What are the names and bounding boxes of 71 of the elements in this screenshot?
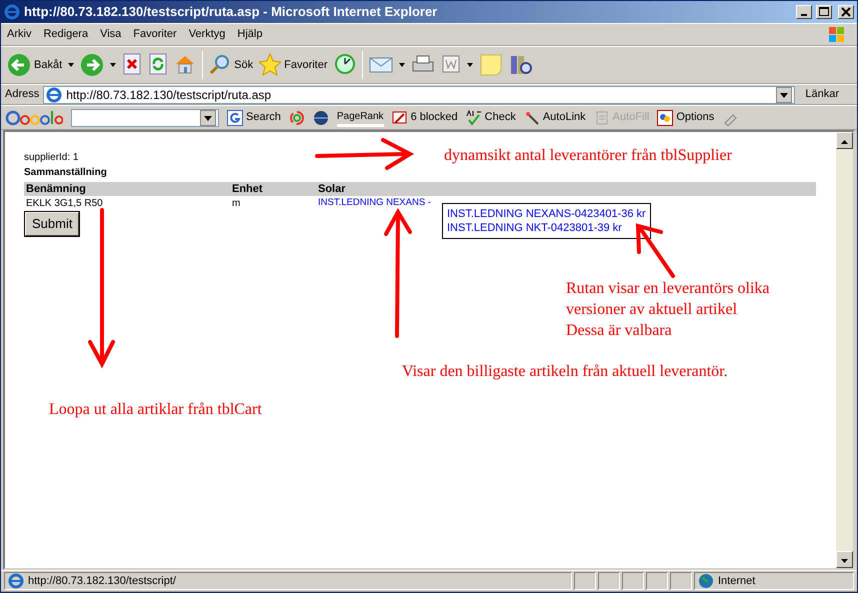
scrollbar[interactable] bbox=[836, 132, 853, 568]
page-heading: Sammanställning bbox=[24, 166, 108, 180]
status-panel bbox=[646, 572, 668, 590]
maximize-icon bbox=[817, 6, 831, 18]
menu-item[interactable]: Verktyg bbox=[182, 24, 232, 45]
globe-icon[interactable] bbox=[312, 110, 329, 126]
address-label: Adress bbox=[5, 87, 40, 102]
autolink-button[interactable]: AutoLink bbox=[524, 109, 586, 126]
caret-icon[interactable] bbox=[68, 63, 74, 67]
minimize-icon bbox=[801, 14, 807, 16]
google-g-icon bbox=[227, 110, 243, 126]
star-icon bbox=[259, 53, 282, 77]
menu-item[interactable]: Visa bbox=[94, 24, 128, 45]
arrow-drawing bbox=[636, 223, 675, 278]
menu-item[interactable]: Redigera bbox=[37, 24, 94, 45]
search-field[interactable] bbox=[71, 108, 219, 126]
status-panel bbox=[598, 572, 620, 590]
supplier-id-text: supplierId: 1 bbox=[24, 151, 78, 165]
stop-icon[interactable] bbox=[122, 53, 142, 77]
product-link[interactable]: INST.LEDNING NEXANS - bbox=[318, 196, 431, 211]
search-button[interactable]: Search bbox=[227, 109, 281, 126]
caret-icon[interactable] bbox=[398, 63, 405, 67]
spell-check-button[interactable]: Check bbox=[466, 109, 516, 126]
option-item[interactable]: INST.LEDNING NKT-0423801-39 kr bbox=[447, 221, 646, 235]
page-icon bbox=[46, 86, 62, 102]
toolbar-button[interactable]: Favoriter bbox=[259, 53, 328, 77]
option-item[interactable]: INST.LEDNING NEXANS-0423401-36 kr bbox=[447, 207, 646, 221]
annotation-text: Rutan visar en leverantörs olika versioner av aktuell artikel Dessa är valbara bbox=[566, 279, 770, 341]
close-icon bbox=[839, 6, 853, 18]
menu-item[interactable]: Arkiv bbox=[1, 24, 38, 45]
globe-icon bbox=[698, 573, 714, 589]
spellcheck-icon bbox=[466, 110, 482, 126]
status-panel bbox=[622, 572, 644, 590]
table-cell-text: m bbox=[232, 197, 242, 211]
options-button[interactable]: Options bbox=[657, 109, 714, 126]
status-panel bbox=[670, 572, 692, 590]
pagerank-label: PageRank bbox=[336, 108, 384, 126]
menu-item[interactable]: Favoriter bbox=[127, 24, 183, 45]
google-logo-icon[interactable] bbox=[5, 108, 63, 126]
minimize-button[interactable] bbox=[796, 5, 812, 19]
close-button[interactable] bbox=[838, 5, 854, 19]
menu-item[interactable]: Hjälp bbox=[231, 24, 268, 45]
magic-wand-icon bbox=[524, 110, 540, 126]
caret-icon[interactable] bbox=[466, 63, 473, 67]
status-panel bbox=[574, 572, 596, 590]
history-clock-icon[interactable] bbox=[334, 53, 356, 77]
maximize-button[interactable] bbox=[816, 5, 832, 19]
submit-button[interactable]: Submit bbox=[25, 212, 80, 236]
status-zone: Internet bbox=[694, 572, 854, 590]
refresh-icon[interactable] bbox=[148, 53, 168, 77]
browser-icon bbox=[4, 4, 20, 20]
table-cell-text: EKLK 3G1,5 R50 bbox=[25, 197, 104, 211]
page-icon bbox=[8, 573, 24, 589]
window-title: http://80.73.182.130/testscript/ruta.asp - Microsoft Internet Explorer bbox=[24, 3, 438, 22]
annotation-text: Visar den billigaste artikeln från aktuell leverantör. bbox=[402, 362, 728, 382]
popup-blocker-button[interactable]: 6 blocked bbox=[392, 109, 458, 126]
annotation-text: dynamsikt antal leverantörer från tblSupplier bbox=[444, 146, 732, 166]
search-icon bbox=[209, 53, 232, 77]
books-magnifier-icon[interactable] bbox=[508, 53, 533, 77]
links-button[interactable]: Länkar bbox=[799, 86, 853, 103]
table-header: Benämning Enhet Solar bbox=[24, 182, 816, 196]
form-icon bbox=[594, 110, 610, 126]
options-icon bbox=[657, 110, 674, 126]
address-field[interactable]: http://80.73.182.130/testscript/ruta.asp bbox=[43, 86, 796, 104]
toolbar-button[interactable]: Sök bbox=[209, 53, 254, 77]
annotation-text: Loopa ut alla artiklar från tblCart bbox=[49, 400, 262, 420]
toolbar-button[interactable]: Bakåt bbox=[7, 53, 62, 77]
blocked-window-icon bbox=[392, 110, 408, 126]
status-url: http://80.73.182.130/testscript/ bbox=[4, 572, 572, 590]
caret-icon[interactable] bbox=[110, 63, 116, 67]
swirl-icon[interactable] bbox=[288, 110, 305, 126]
